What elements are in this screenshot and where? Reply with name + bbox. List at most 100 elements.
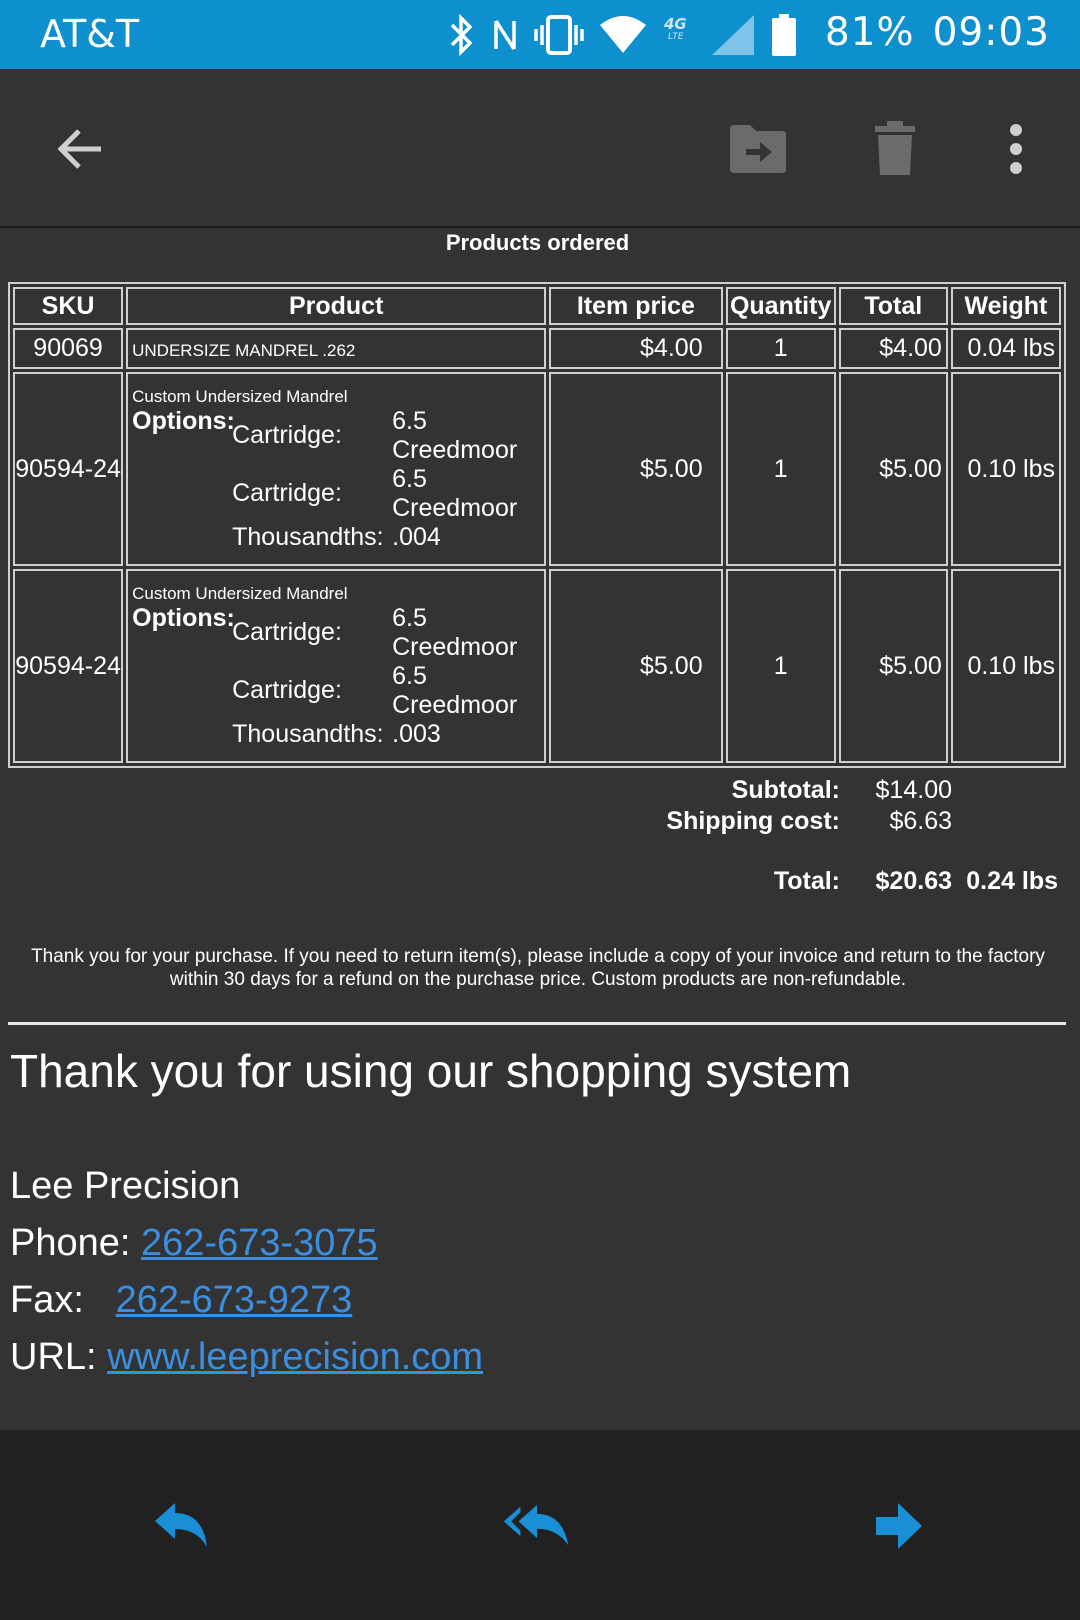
sku-cell: 90594-24 <box>13 569 124 763</box>
option-key: Cartridge: <box>232 421 342 449</box>
table-row: 90594-24 Custom Undersized Mandrel Optio… <box>13 569 1061 763</box>
sku-cell: 90069 <box>13 328 124 369</box>
table-header-row: SKU Product Item price Quantity Total We… <box>13 287 1061 325</box>
bottom-action-bar <box>0 1430 1080 1620</box>
options-table: Cartridge: 6.5 Creedmoor Cartridge: 6.5 Cr… <box>232 604 540 749</box>
delete-button[interactable] <box>860 114 930 184</box>
option-value: 6.5 Creedmoor <box>392 406 518 464</box>
contact-info: Lee Precision Phone: 262-673-3075 Fax: 2… <box>10 1158 483 1386</box>
fax-link[interactable]: 262-673-9273 <box>116 1279 353 1321</box>
option-row: Cartridge: 6.5 Creedmoor <box>232 604 540 662</box>
lte-icon: 4G LTE <box>663 15 687 42</box>
header-item-price: Item price <box>549 287 723 325</box>
forward-button[interactable] <box>864 1496 934 1556</box>
url-label: URL: <box>10 1336 97 1378</box>
product-cell: Custom Undersized Mandrel Options: Cartr… <box>126 372 547 566</box>
divider <box>8 1022 1066 1025</box>
table-row: 90069 UNDERSIZE MANDREL .262 $4.00 1 $4.… <box>13 328 1061 369</box>
price-cell: $4.00 <box>549 328 723 369</box>
wifi-icon <box>600 16 646 53</box>
vibrate-icon <box>534 15 584 55</box>
bluetooth-icon <box>450 13 473 57</box>
option-value: 6.5 Creedmoor <box>392 661 518 719</box>
grand-total-value: $20.63 <box>875 867 952 895</box>
total-cell: $5.00 <box>838 372 948 566</box>
price-cell: $5.00 <box>549 372 723 566</box>
status-icons: 4G LTE <box>446 10 798 60</box>
return-policy-note: Thank you for your purchase. If you need… <box>31 946 1045 990</box>
qty-cell: 1 <box>725 372 836 566</box>
weight-cell: 0.10 lbs <box>950 372 1061 566</box>
weight-cell: 0.04 lbs <box>950 328 1061 369</box>
header-total: Total <box>838 287 948 325</box>
nfc-icon <box>494 20 516 50</box>
option-key: Thousandths: <box>232 719 384 748</box>
header-weight: Weight <box>950 287 1061 325</box>
option-key: Thousandths: <box>232 522 384 551</box>
option-row: Cartridge: 6.5 Creedmoor <box>232 407 540 465</box>
products-table: SKU Product Item price Quantity Total We… <box>8 282 1066 768</box>
header-sku: SKU <box>13 287 124 325</box>
battery-icon <box>772 14 796 56</box>
options-block: Options: Cartridge: 6.5 Creedmoor Cartrid… <box>132 407 540 552</box>
options-label: Options: <box>132 406 235 435</box>
reply-icon <box>155 1503 207 1547</box>
back-arrow-icon <box>57 129 101 169</box>
move-to-folder-icon <box>730 125 786 173</box>
option-row: Thousandths: .004 <box>232 523 540 552</box>
reply-button[interactable] <box>146 1496 216 1556</box>
shipping-label: Shipping cost: <box>666 807 840 835</box>
forward-icon <box>876 1503 922 1549</box>
url-line: URL: www.leeprecision.com <box>10 1329 483 1386</box>
move-button[interactable] <box>723 114 793 184</box>
reply-all-icon <box>503 1504 569 1546</box>
shipping-value: $6.63 <box>889 807 952 835</box>
phone-label: Phone: <box>10 1222 131 1264</box>
weight-cell: 0.10 lbs <box>950 569 1061 763</box>
product-name: Custom Undersized Mandrel <box>132 583 348 603</box>
status-right: 81% 09:03 <box>807 10 1050 55</box>
carrier-label: AT&T <box>40 12 140 56</box>
product-name: Custom Undersized Mandrel <box>132 386 348 406</box>
reply-all-button[interactable] <box>502 1496 572 1556</box>
product-cell: Custom Undersized Mandrel Options: Cartr… <box>126 569 547 763</box>
svg-text:LTE: LTE <box>668 32 684 42</box>
options-block: Options: Cartridge: 6.5 Creedmoor Cartrid… <box>132 604 540 749</box>
battery-percent: 81% <box>824 10 915 55</box>
option-value: .004 <box>392 522 441 551</box>
qty-cell: 1 <box>725 328 836 369</box>
total-cell: $4.00 <box>838 328 948 369</box>
option-row: Cartridge: 6.5 Creedmoor <box>232 465 540 523</box>
thank-you-heading: Thank you for using our shopping system <box>10 1045 852 1097</box>
trash-icon <box>875 121 915 175</box>
options-table: Cartridge: 6.5 Creedmoor Cartridge: 6.5 Cr… <box>232 407 540 552</box>
more-options-button[interactable] <box>981 114 1051 184</box>
signal-icon <box>712 15 754 55</box>
product-cell: UNDERSIZE MANDREL .262 <box>126 328 547 369</box>
company-name: Lee Precision <box>10 1165 241 1207</box>
options-label: Options: <box>132 603 235 632</box>
option-key: Cartridge: <box>232 676 342 704</box>
product-name: UNDERSIZE MANDREL .262 <box>132 341 356 360</box>
option-value: .003 <box>392 719 441 748</box>
option-row: Cartridge: 6.5 Creedmoor <box>232 662 540 720</box>
option-value: 6.5 Creedmoor <box>392 603 518 661</box>
subtotal-label: Subtotal: <box>731 776 840 804</box>
more-vert-icon <box>1010 124 1022 174</box>
section-title: Products ordered <box>445 230 630 255</box>
sku-cell: 90594-24 <box>13 372 124 566</box>
status-bar: AT&T 4G LTE 81% 09:03 <box>0 0 1080 69</box>
table-row: 90594-24 Custom Undersized Mandrel Optio… <box>13 372 1061 566</box>
option-key: Cartridge: <box>232 479 342 507</box>
header-product: Product <box>126 287 547 325</box>
toolbar <box>0 69 1080 228</box>
option-key: Cartridge: <box>232 618 342 646</box>
total-weight-value: 0.24 lbs <box>966 867 1058 895</box>
total-label: Total: <box>773 867 840 895</box>
website-link[interactable]: www.leeprecision.com <box>107 1336 483 1378</box>
phone-link[interactable]: 262-673-3075 <box>141 1222 378 1264</box>
option-value: 6.5 Creedmoor <box>392 464 518 522</box>
back-button[interactable] <box>45 114 115 184</box>
price-cell: $5.00 <box>549 569 723 763</box>
subtotal-value: $14.00 <box>875 776 952 804</box>
